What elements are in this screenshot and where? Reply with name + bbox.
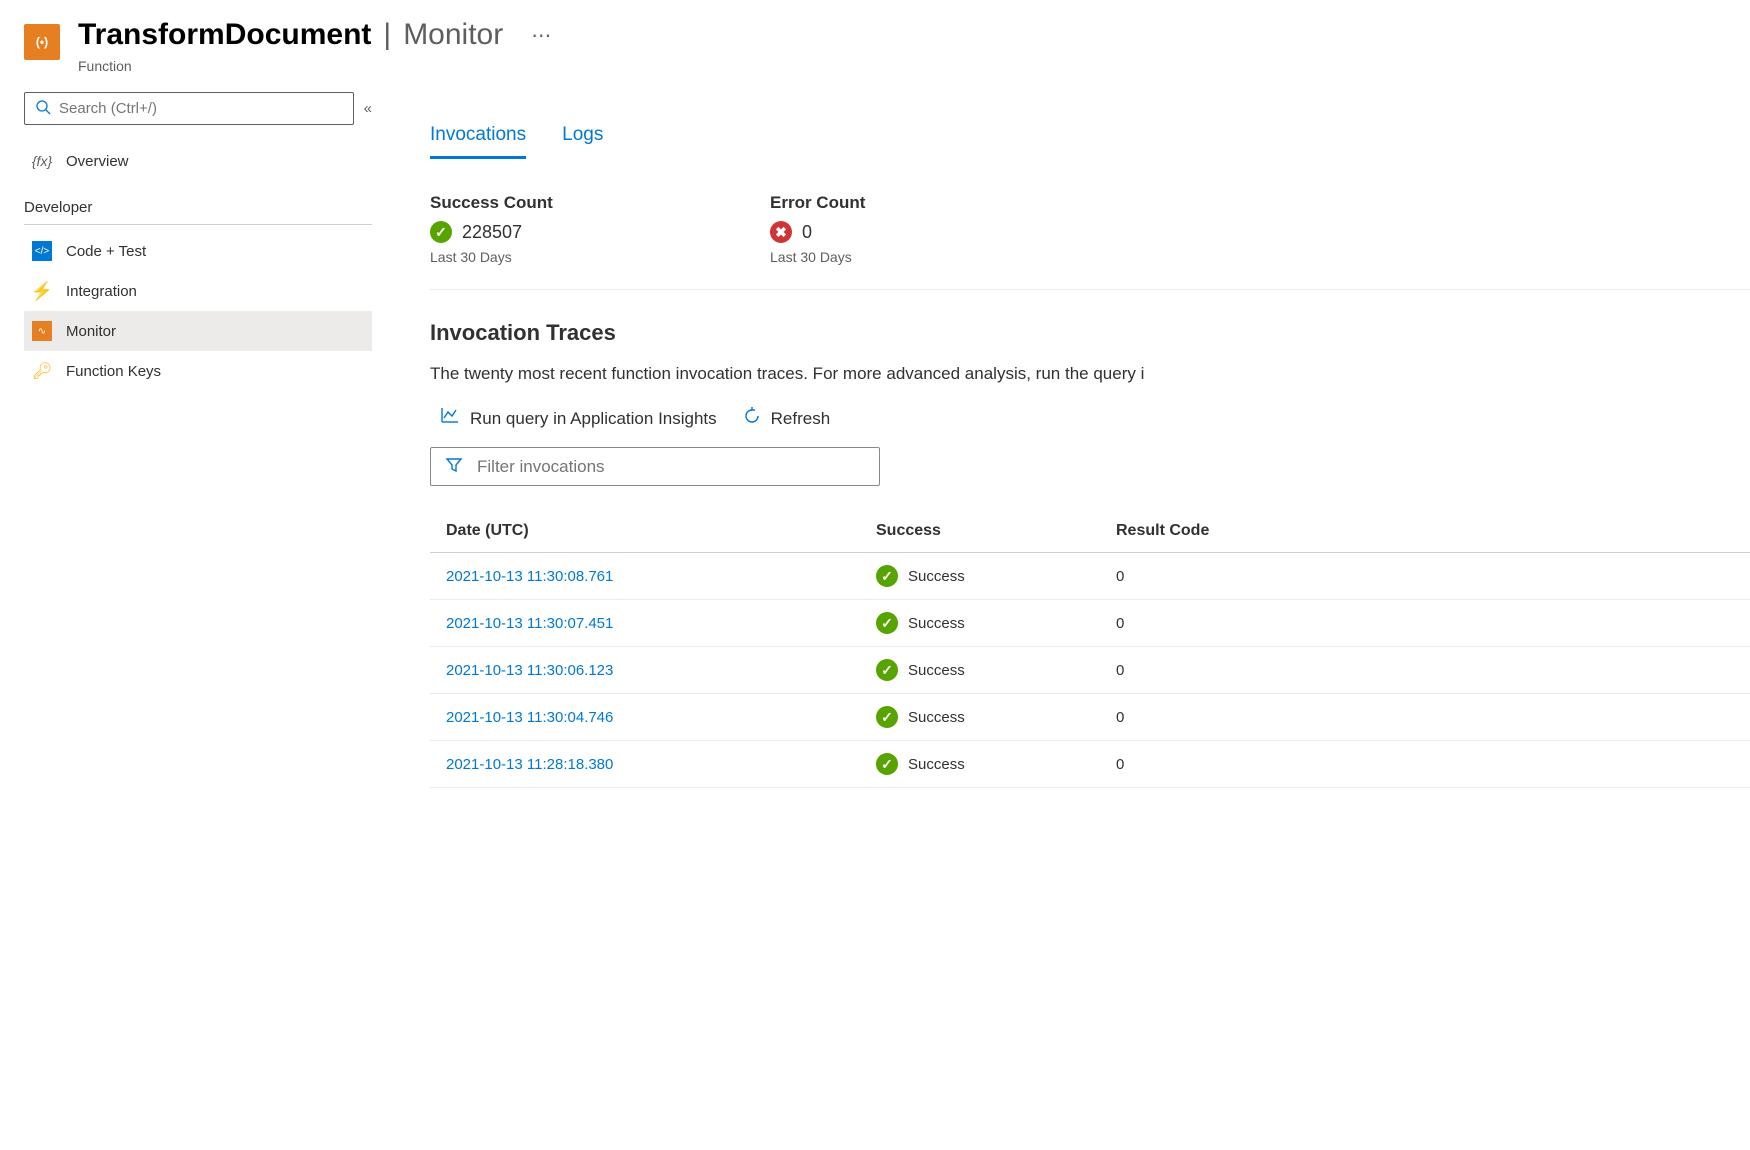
nav-label: Code + Test [66,243,146,260]
nav-integration[interactable]: ⚡ Integration [24,271,372,311]
nav-function-keys[interactable]: 🔑︎ Function Keys [24,351,372,391]
invocation-link[interactable]: 2021-10-13 11:30:07.451 [446,615,613,632]
cell-success: ✓Success [860,741,1100,788]
check-icon: ✓ [876,612,898,634]
error-icon: ✖ [770,221,792,243]
function-app-icon: (•) [24,24,60,60]
nav-monitor[interactable]: ∿ Monitor [24,311,372,351]
col-header-date[interactable]: Date (UTC) [430,510,860,553]
invocation-link[interactable]: 2021-10-13 11:30:06.123 [446,662,613,679]
nav-label: Integration [66,283,137,300]
stats-row: Success Count ✓ 228507 Last 30 Days Erro… [430,193,1750,290]
col-header-result[interactable]: Result Code [1100,510,1750,553]
lightning-icon: ⚡ [32,281,52,301]
cell-result: 0 [1100,553,1750,600]
cell-success: ✓Success [860,647,1100,694]
run-query-button[interactable]: Run query in Application Insights [440,406,717,431]
check-icon: ✓ [876,706,898,728]
code-icon: </> [32,241,52,261]
stat-value: 0 [802,222,812,243]
table-row: 2021-10-13 11:30:06.123 ✓Success0 [430,647,1750,694]
cell-result: 0 [1100,694,1750,741]
check-icon: ✓ [876,565,898,587]
title-separator: | [383,18,391,52]
cell-result: 0 [1100,741,1750,788]
section-developer: Developer [24,181,372,225]
filter-input[interactable] [477,457,865,477]
invocation-link[interactable]: 2021-10-13 11:30:08.761 [446,568,613,585]
monitor-icon: ∿ [32,321,52,341]
filter-box[interactable] [430,447,880,486]
tab-logs[interactable]: Logs [562,124,603,159]
search-icon [35,99,51,118]
cell-date: 2021-10-13 11:28:18.380 [430,741,860,788]
fx-icon: {fx} [32,151,52,171]
cell-success: ✓Success [860,553,1100,600]
page-subtitle: Function [78,58,1726,74]
page-title: TransformDocument [78,18,371,52]
action-label: Refresh [771,409,831,429]
check-icon: ✓ [876,753,898,775]
key-icon: 🔑︎ [32,361,52,381]
nav-label: Overview [66,153,129,170]
chart-icon [440,406,460,431]
invocation-link[interactable]: 2021-10-13 11:30:04.746 [446,709,613,726]
filter-icon [445,456,463,477]
invocations-table: Date (UTC) Success Result Code 2021-10-1… [430,510,1750,788]
collapse-icon[interactable]: « [364,100,372,117]
cell-success: ✓Success [860,694,1100,741]
nav-code-test[interactable]: </> Code + Test [24,231,372,271]
action-label: Run query in Application Insights [470,409,717,429]
invocation-link[interactable]: 2021-10-13 11:28:18.380 [446,756,613,773]
page-section: Monitor [403,18,503,52]
table-row: 2021-10-13 11:30:04.746 ✓Success0 [430,694,1750,741]
check-icon: ✓ [876,659,898,681]
traces-description: The twenty most recent function invocati… [430,364,1750,384]
cell-date: 2021-10-13 11:30:07.451 [430,600,860,647]
stat-period: Last 30 Days [770,249,990,265]
sidebar: « {fx} Overview Developer </> Code + Tes… [0,84,390,788]
nav-label: Monitor [66,323,116,340]
stat-label: Error Count [770,193,990,213]
cell-date: 2021-10-13 11:30:04.746 [430,694,860,741]
stat-period: Last 30 Days [430,249,650,265]
tabs: Invocations Logs [430,124,1750,159]
stat-value: 228507 [462,222,522,243]
more-icon[interactable]: ⋯ [531,23,551,48]
page-header: (•) TransformDocument | Monitor ⋯ Functi… [0,0,1750,84]
refresh-button[interactable]: Refresh [743,407,831,430]
stat-success: Success Count ✓ 228507 Last 30 Days [430,193,650,265]
traces-title: Invocation Traces [430,320,1750,346]
refresh-icon [743,407,761,430]
cell-date: 2021-10-13 11:30:06.123 [430,647,860,694]
search-box[interactable] [24,92,354,125]
table-row: 2021-10-13 11:28:18.380 ✓Success0 [430,741,1750,788]
stat-label: Success Count [430,193,650,213]
cell-success: ✓Success [860,600,1100,647]
main-content: Invocations Logs Success Count ✓ 228507 … [390,84,1750,788]
stat-error: Error Count ✖ 0 Last 30 Days [770,193,990,265]
col-header-success[interactable]: Success [860,510,1100,553]
svg-text:(•): (•) [36,35,48,49]
cell-result: 0 [1100,647,1750,694]
cell-date: 2021-10-13 11:30:08.761 [430,553,860,600]
table-row: 2021-10-13 11:30:08.761 ✓Success0 [430,553,1750,600]
search-input[interactable] [59,100,343,117]
check-icon: ✓ [430,221,452,243]
table-row: 2021-10-13 11:30:07.451 ✓Success0 [430,600,1750,647]
cell-result: 0 [1100,600,1750,647]
nav-overview[interactable]: {fx} Overview [24,141,372,181]
tab-invocations[interactable]: Invocations [430,124,526,159]
nav-label: Function Keys [66,363,161,380]
